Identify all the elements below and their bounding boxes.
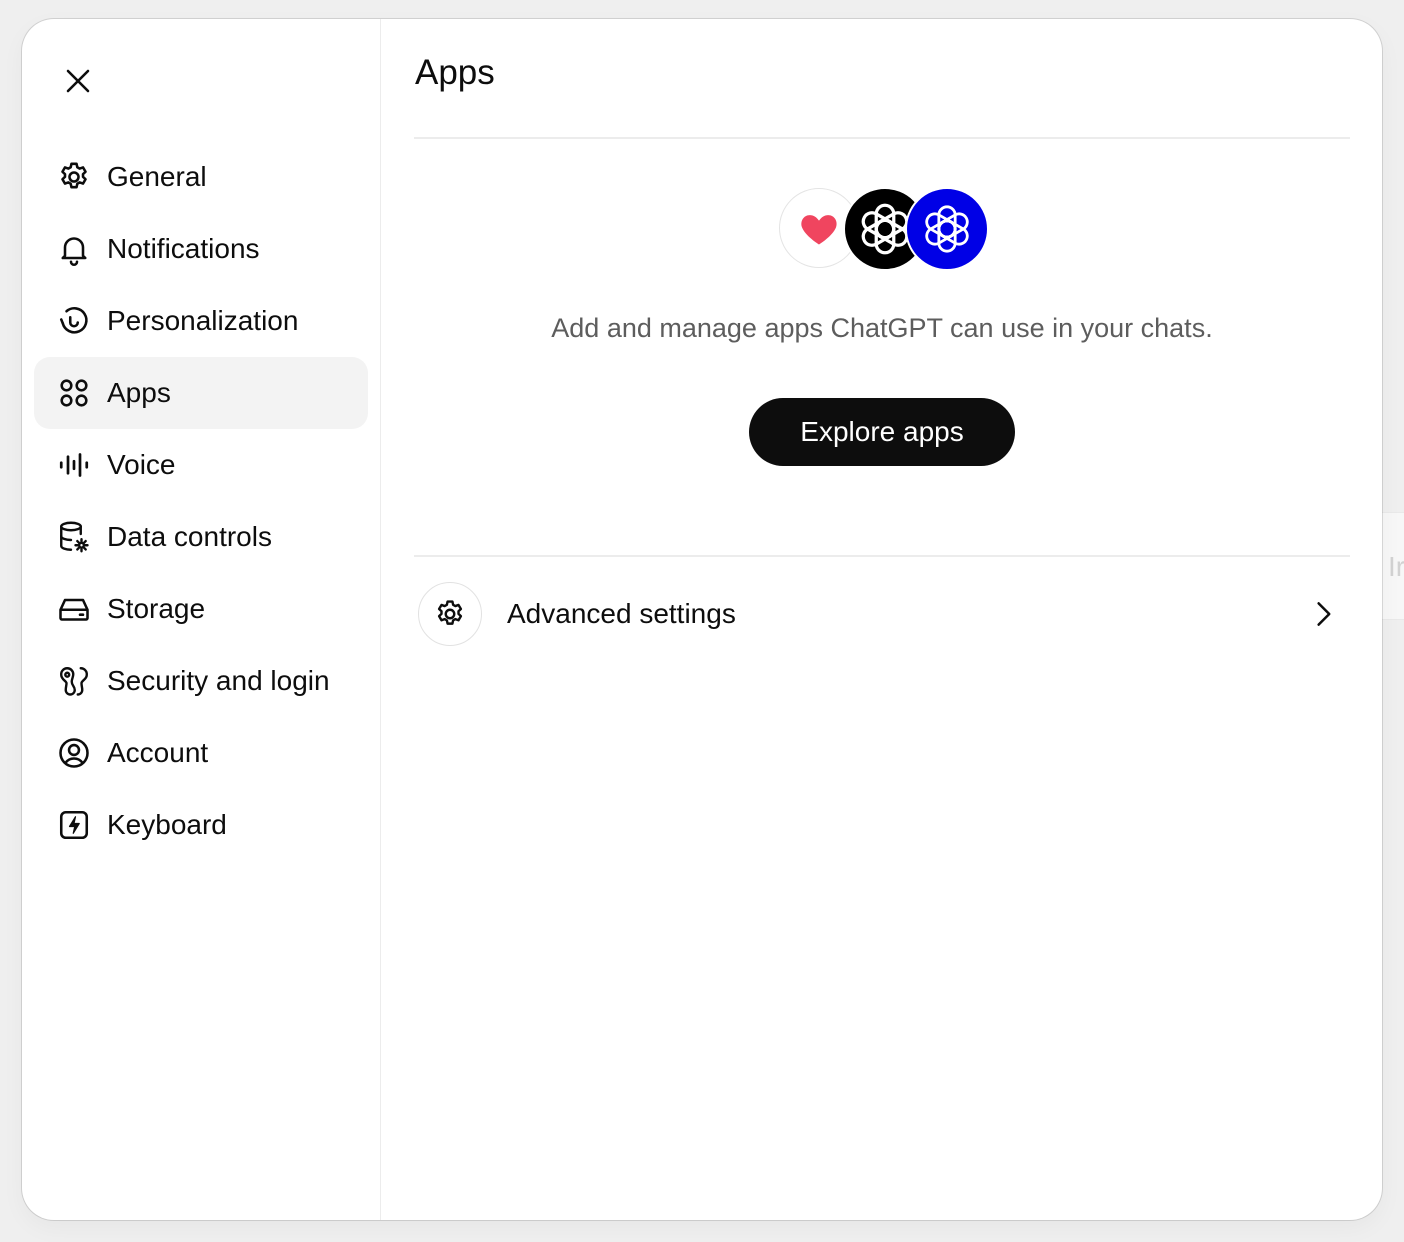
gear-icon [437, 600, 463, 625]
settings-modal: General Notifications Personalization Ap… [22, 19, 1382, 1220]
sidebar-item-label: Account [107, 737, 209, 768]
keyboard-lightning-icon [56, 807, 92, 843]
close-button[interactable] [56, 59, 100, 103]
background-partial-text: Ir [1388, 551, 1404, 582]
sidebar-item-label: Apps [107, 377, 171, 408]
apps-grid-icon [56, 375, 92, 411]
personalization-icon [56, 303, 92, 339]
sidebar-item-label: Notifications [107, 233, 260, 264]
voice-waveform-icon [56, 447, 92, 483]
sidebar-item-security[interactable]: Security and login [34, 645, 368, 717]
account-circle-icon [56, 735, 92, 771]
sidebar-item-label: General [107, 161, 207, 192]
sidebar-item-voice[interactable]: Voice [34, 429, 368, 501]
sidebar-item-general[interactable]: General [34, 141, 368, 213]
openai-logo-icon [925, 205, 969, 253]
sidebar-item-label: Keyboard [107, 809, 227, 840]
gear-icon [56, 159, 92, 195]
sidebar-item-notifications[interactable]: Notifications [34, 213, 368, 285]
title-divider [414, 137, 1350, 139]
app-logo-cluster [779, 187, 989, 271]
close-icon [66, 69, 90, 93]
sidebar-item-account[interactable]: Account [34, 717, 368, 789]
sidebar-item-apps[interactable]: Apps [34, 357, 368, 429]
apps-settings-panel: Apps Add and manage apps ChatGPT can use… [414, 19, 1350, 1220]
sidebar-item-label: Security and login [107, 665, 330, 696]
background-page-edge: Ir [1380, 512, 1404, 620]
advanced-settings-icon-wrap [418, 582, 482, 646]
sidebar-item-label: Personalization [107, 305, 299, 336]
explore-apps-button[interactable]: Explore apps [749, 398, 1015, 466]
settings-sidebar: General Notifications Personalization Ap… [22, 19, 381, 1220]
advanced-settings-row[interactable]: Advanced settings [414, 577, 1350, 653]
advanced-settings-label: Advanced settings [507, 598, 736, 629]
page-title: Apps [415, 53, 495, 92]
sidebar-item-label: Data controls [107, 521, 272, 552]
settings-nav: General Notifications Personalization Ap… [34, 141, 368, 861]
chevron-right-icon [1317, 602, 1331, 626]
sidebar-item-keyboard[interactable]: Keyboard [34, 789, 368, 861]
sidebar-item-personalization[interactable]: Personalization [34, 285, 368, 357]
apps-description: Add and manage apps ChatGPT can use in y… [551, 313, 1213, 343]
bell-icon [56, 231, 92, 267]
security-icon [56, 663, 92, 699]
section-divider [414, 555, 1350, 557]
heart-icon [801, 215, 837, 245]
sidebar-item-storage[interactable]: Storage [34, 573, 368, 645]
sidebar-item-data-controls[interactable]: Data controls [34, 501, 368, 573]
storage-drive-icon [56, 591, 92, 627]
sidebar-item-label: Storage [107, 593, 206, 624]
sidebar-item-label: Voice [107, 449, 176, 480]
database-gear-icon [56, 519, 92, 555]
openai-blue-app-logo [905, 187, 989, 271]
